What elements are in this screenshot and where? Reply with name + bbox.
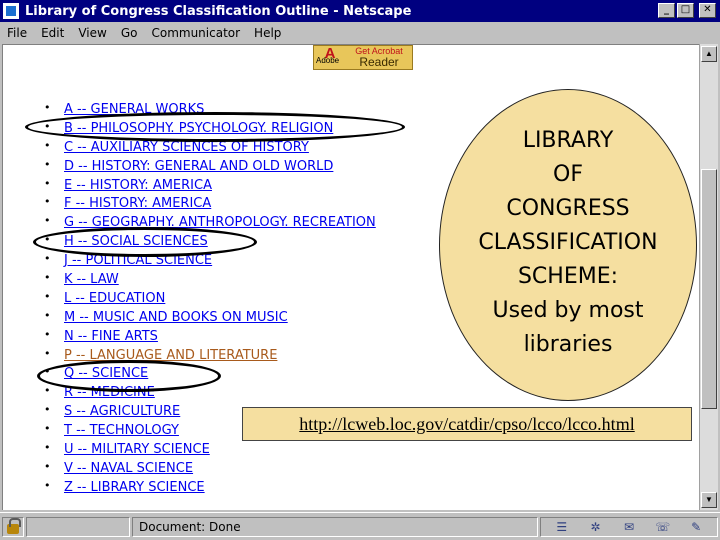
highlight-ring-social-sciences [33, 227, 257, 257]
acrobat-banner-text: Get Acrobat Reader [346, 46, 412, 69]
bullet: • [44, 403, 51, 417]
menu-file[interactable]: File [0, 26, 34, 40]
bullet: • [44, 478, 51, 492]
status-text-panel: Document: Done [132, 516, 538, 537]
menu-help[interactable]: Help [247, 26, 288, 40]
callout-line: CLASSIFICATION [478, 230, 658, 255]
class-link[interactable]: V -- NAVAL SCIENCE [64, 461, 193, 476]
list-item: • M -- MUSIC AND BOOKS ON MUSIC [44, 307, 444, 326]
acrobat-banner-main: Reader [359, 54, 399, 69]
bullet: • [44, 441, 51, 455]
component-tray: ☰ ✲ ✉ ☏ ✎ [540, 516, 718, 537]
class-link[interactable]: F -- HISTORY: AMERICA [64, 196, 211, 211]
get-acrobat-reader-banner[interactable]: A Adobe Get Acrobat Reader [313, 45, 413, 70]
highlight-ring-philosophy [25, 112, 405, 142]
highlight-ring-science [37, 360, 221, 392]
class-link[interactable]: Z -- LIBRARY SCIENCE [64, 480, 205, 495]
class-link[interactable]: S -- AGRICULTURE [64, 404, 180, 419]
discussion-icon[interactable]: ☏ [654, 520, 672, 534]
bullet: • [44, 214, 51, 228]
composer-icon[interactable]: ✎ [687, 520, 705, 534]
bullet: • [44, 101, 51, 114]
class-link[interactable]: K -- LAW [64, 272, 119, 287]
list-item: • D -- HISTORY: GENERAL AND OLD WORLD [44, 156, 444, 175]
vertical-scrollbar[interactable]: ▲ ▼ [699, 44, 718, 510]
netscape-app-icon[interactable] [3, 3, 19, 19]
list-item: • F -- HISTORY: AMERICA [44, 193, 444, 212]
bullet: • [44, 157, 51, 171]
class-link[interactable]: U -- MILITARY SCIENCE [64, 442, 210, 457]
status-text: Document: Done [139, 519, 241, 534]
mail-icon[interactable]: ✉ [620, 520, 638, 534]
status-bar: Document: Done ☰ ✲ ✉ ☏ ✎ [0, 512, 720, 540]
scroll-thumb[interactable] [701, 169, 717, 409]
window-controls: _ □ ✕ [658, 3, 716, 18]
menu-bar: File Edit View Go Communicator Help [0, 22, 720, 44]
list-item: • L -- EDUCATION [44, 288, 444, 307]
lock-icon[interactable] [7, 517, 21, 534]
close-button[interactable]: ✕ [699, 3, 716, 18]
class-link[interactable]: E -- HISTORY: AMERICA [64, 178, 212, 193]
scroll-up-arrow-icon[interactable]: ▲ [701, 46, 717, 62]
bullet: • [44, 138, 51, 152]
minimize-button[interactable]: _ [658, 3, 675, 18]
callout-line: LIBRARY [522, 128, 614, 153]
url-callout-box: http://lcweb.loc.gov/catdir/cpso/lcco/lc… [242, 407, 692, 441]
lcco-url-link[interactable]: http://lcweb.loc.gov/catdir/cpso/lcco/lc… [299, 414, 634, 435]
list-item: • K -- LAW [44, 269, 444, 288]
bullet: • [44, 422, 51, 436]
callout-line: libraries [523, 332, 613, 357]
bullet: • [44, 252, 51, 266]
class-link[interactable]: T -- TECHNOLOGY [64, 423, 179, 438]
adobe-acrobat-icon: A Adobe [314, 46, 346, 69]
class-link[interactable]: L -- EDUCATION [64, 291, 165, 306]
menu-go[interactable]: Go [114, 26, 145, 40]
list-item: • N -- FINE ARTS [44, 326, 444, 345]
component-bar-icon[interactable]: ☰ [553, 520, 571, 534]
window-title: Library of Congress Classification Outli… [25, 3, 412, 19]
list-item: • V -- NAVAL SCIENCE [44, 458, 444, 477]
maximize-button[interactable]: □ [677, 3, 694, 18]
security-icon[interactable]: ✲ [586, 520, 604, 534]
bullet: • [44, 308, 51, 322]
callout-line: OF [553, 162, 583, 187]
classification-callout: LIBRARY OF CONGRESS CLASSIFICATION SCHEM… [439, 89, 697, 401]
title-bar: Library of Congress Classification Outli… [0, 0, 720, 22]
menu-edit[interactable]: Edit [34, 26, 71, 40]
class-link[interactable]: N -- FINE ARTS [64, 329, 158, 344]
class-link[interactable]: C -- AUXILIARY SCIENCES OF HISTORY [64, 140, 309, 155]
callout-line: CONGRESS [506, 196, 630, 221]
scroll-down-arrow-icon[interactable]: ▼ [701, 492, 717, 508]
class-link[interactable]: M -- MUSIC AND BOOKS ON MUSIC [64, 310, 288, 325]
bullet: • [44, 289, 51, 303]
page-viewport: A Adobe Get Acrobat Reader • A -- GENERAL… [2, 44, 699, 510]
callout-line: SCHEME: [517, 264, 619, 289]
bullet: • [44, 195, 51, 209]
progress-panel [26, 516, 130, 537]
class-link[interactable]: D -- HISTORY: GENERAL AND OLD WORLD [64, 159, 333, 174]
list-item: • U -- MILITARY SCIENCE [44, 439, 444, 458]
bullet: • [44, 271, 51, 285]
bullet: • [44, 176, 51, 190]
bullet: • [44, 459, 51, 473]
list-item: • Z -- LIBRARY SCIENCE [44, 477, 444, 496]
list-item: • E -- HISTORY: AMERICA [44, 175, 444, 194]
bullet: • [44, 346, 51, 360]
adobe-brand-label: Adobe [316, 56, 340, 65]
menu-communicator[interactable]: Communicator [144, 26, 247, 40]
security-lock-panel[interactable] [2, 516, 24, 537]
bullet: • [44, 384, 51, 398]
bullet: • [44, 327, 51, 341]
callout-text: LIBRARY OF CONGRESS CLASSIFICATION SCHEM… [452, 124, 684, 362]
menu-view[interactable]: View [71, 26, 113, 40]
callout-line: Used by most [492, 298, 644, 323]
